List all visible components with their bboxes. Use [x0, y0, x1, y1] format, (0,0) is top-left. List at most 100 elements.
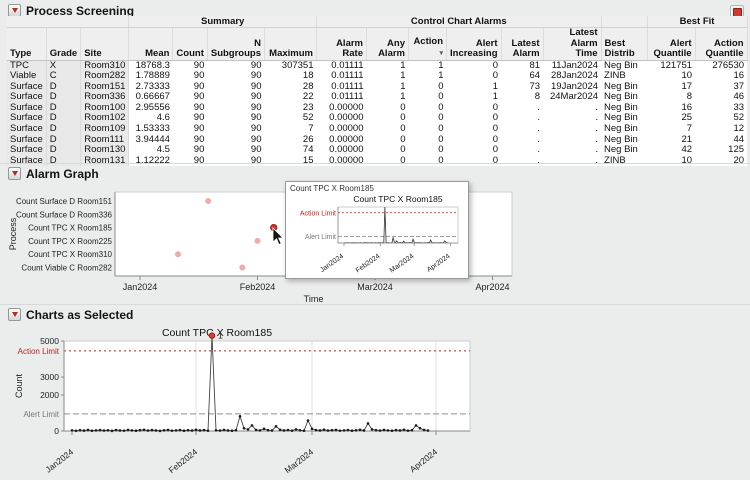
data-point[interactable]	[115, 429, 118, 432]
column-header-count[interactable]: Count	[173, 28, 207, 61]
data-point[interactable]	[291, 429, 294, 432]
data-point[interactable]	[171, 429, 174, 432]
column-header-site[interactable]: Site	[81, 28, 129, 61]
table-row-room111[interactable]: SurfaceDRoom1113.944449090260.00000000..…	[7, 135, 747, 146]
data-point[interactable]	[359, 428, 362, 431]
data-point[interactable]	[335, 429, 338, 432]
data-point[interactable]	[283, 429, 286, 432]
data-point[interactable]	[259, 429, 262, 432]
column-header-action-quantile[interactable]: Action Quantile	[695, 28, 747, 61]
data-point[interactable]	[127, 429, 130, 432]
data-point[interactable]	[79, 429, 82, 432]
data-point[interactable]	[287, 429, 290, 432]
data-point[interactable]	[247, 428, 250, 431]
data-point[interactable]	[399, 429, 402, 432]
data-point[interactable]	[367, 422, 370, 425]
data-point[interactable]	[347, 429, 350, 432]
data-point[interactable]	[107, 429, 110, 432]
data-point[interactable]	[275, 425, 278, 428]
data-point[interactable]	[311, 428, 314, 431]
data-point[interactable]	[195, 429, 198, 432]
data-point[interactable]	[307, 419, 310, 422]
data-point[interactable]	[167, 429, 170, 432]
alarm-category-label[interactable]: Count TPC X Room225	[28, 237, 112, 246]
data-point[interactable]	[83, 429, 86, 432]
data-point[interactable]	[111, 430, 114, 433]
column-header-latest-alarm-time[interactable]: Latest Alarm Time	[543, 28, 601, 61]
data-point[interactable]	[231, 429, 234, 432]
alarm-category-label[interactable]: Count TPC X Room185	[28, 224, 112, 233]
data-point[interactable]	[199, 429, 202, 432]
data-point[interactable]	[227, 429, 230, 432]
data-point[interactable]	[315, 429, 318, 432]
data-point[interactable]	[207, 429, 210, 432]
column-header-alert-quantile[interactable]: Alert Quantile	[647, 28, 695, 61]
data-point[interactable]	[119, 429, 122, 432]
data-point[interactable]	[223, 429, 226, 432]
data-point[interactable]	[159, 430, 162, 433]
column-header-maximum[interactable]: Maximum	[265, 28, 317, 61]
process-screening-table[interactable]: SummaryControl Chart AlarmsBest FitTypeG…	[7, 16, 748, 166]
column-header-type[interactable]: Type	[7, 28, 46, 61]
data-point[interactable]	[371, 428, 374, 431]
column-header-best-distrib[interactable]: Best Distrib	[601, 28, 647, 61]
data-point[interactable]	[391, 429, 394, 432]
data-point[interactable]	[403, 428, 406, 431]
table-row-room109[interactable]: SurfaceDRoom1091.53333909070.00000000..N…	[7, 124, 747, 135]
data-point[interactable]	[295, 428, 298, 431]
data-point[interactable]	[343, 429, 346, 432]
table-row-room336[interactable]: SurfaceDRoom3360.666679090220.0111110182…	[7, 92, 747, 103]
data-point[interactable]	[95, 429, 98, 432]
data-point[interactable]	[219, 429, 222, 432]
data-point[interactable]	[419, 427, 422, 430]
data-point[interactable]	[387, 429, 390, 432]
table-row-room130[interactable]: SurfaceDRoom1304.59090740.00000000..Neg …	[7, 145, 747, 156]
data-point[interactable]	[339, 429, 342, 432]
data-point[interactable]	[191, 429, 194, 432]
alarm-category-label[interactable]: Count TPC X Room310	[28, 250, 112, 259]
column-header-alert-increasing[interactable]: Alert Increasing	[447, 28, 502, 61]
alarm-point[interactable]	[175, 251, 181, 257]
data-point[interactable]	[327, 429, 330, 432]
disclosure-icon[interactable]	[8, 167, 21, 180]
data-point[interactable]	[175, 429, 178, 432]
table-row-room131[interactable]: SurfaceDRoom1311.122229090150.00000000..…	[7, 156, 747, 167]
data-point[interactable]	[415, 424, 418, 427]
column-header-latest-alarm[interactable]: Latest Alarm	[501, 28, 543, 61]
data-point[interactable]	[143, 428, 146, 431]
data-point[interactable]	[251, 424, 254, 427]
data-point[interactable]	[183, 429, 186, 432]
data-point[interactable]	[87, 429, 90, 432]
data-point[interactable]	[263, 428, 266, 431]
column-header-alarm-rate[interactable]: Alarm Rate	[317, 28, 367, 61]
data-point[interactable]	[187, 429, 190, 432]
data-point[interactable]	[383, 429, 386, 432]
table-row-room282[interactable]: ViableCRoom2821.788899090180.01111110642…	[7, 71, 747, 82]
data-point[interactable]	[215, 429, 218, 432]
data-point[interactable]	[123, 429, 126, 432]
alarm-category-label[interactable]: Count Surface D Room336	[16, 210, 113, 219]
table-row-room100[interactable]: SurfaceDRoom1002.955569090230.00000000..…	[7, 103, 747, 114]
table-row-room102[interactable]: SurfaceDRoom1024.69090520.00000000..Neg …	[7, 113, 747, 124]
data-point[interactable]	[235, 429, 238, 432]
data-point[interactable]	[131, 429, 134, 432]
data-point[interactable]	[299, 429, 302, 432]
column-header-grade[interactable]: Grade	[46, 28, 80, 61]
table-row-room310[interactable]: TPCXRoom31018768.390903073510.0111111081…	[7, 60, 747, 71]
data-point[interactable]	[323, 428, 326, 431]
data-point[interactable]	[179, 429, 182, 432]
data-point[interactable]	[331, 429, 334, 432]
data-point[interactable]	[151, 429, 154, 432]
data-point[interactable]	[75, 429, 78, 432]
data-point[interactable]	[427, 429, 430, 432]
column-header-n-subgroups[interactable]: N Subgroups	[207, 28, 264, 61]
data-point[interactable]	[423, 429, 426, 432]
data-point[interactable]	[147, 429, 150, 432]
data-point[interactable]	[243, 427, 246, 430]
data-point[interactable]	[303, 429, 306, 432]
column-header-mean[interactable]: Mean	[129, 28, 173, 61]
data-point[interactable]	[163, 429, 166, 432]
data-point[interactable]	[99, 429, 102, 432]
data-point[interactable]	[363, 429, 366, 432]
table-row-room151[interactable]: SurfaceDRoom1512.733339090280.0111110173…	[7, 82, 747, 93]
